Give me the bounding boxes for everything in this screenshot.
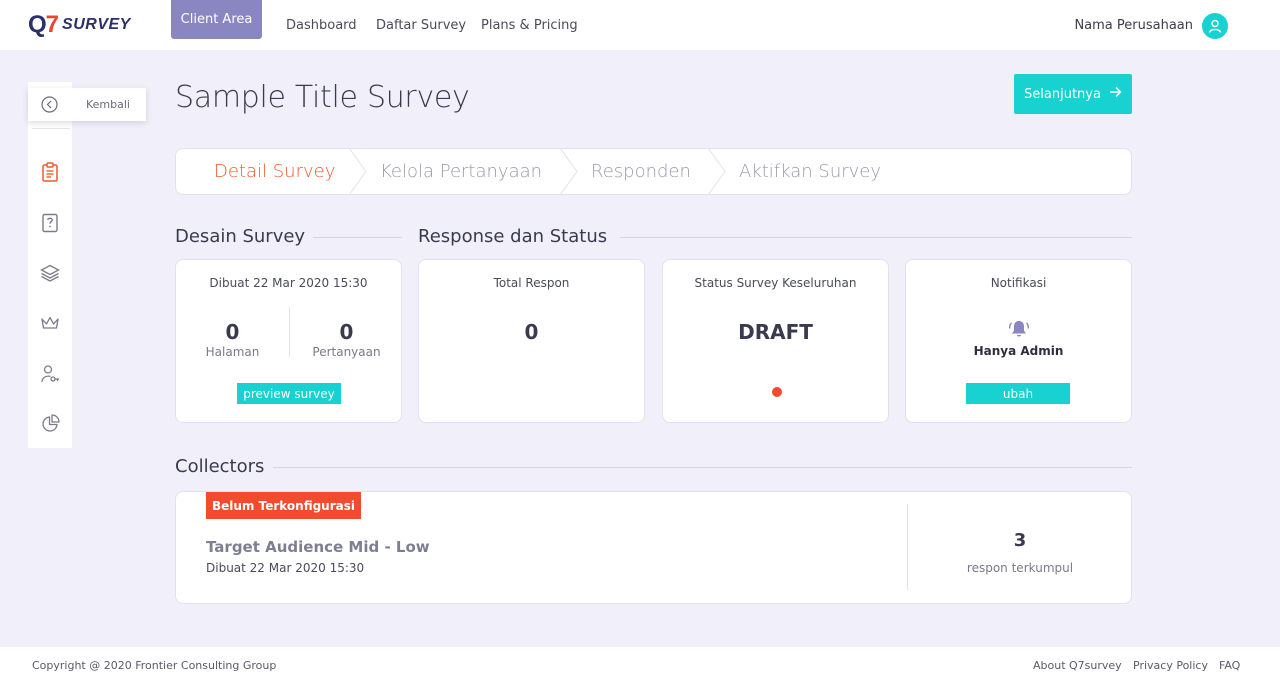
step-aktifkan-survey[interactable]: Aktifkan Survey <box>739 161 881 182</box>
status-dot <box>772 387 782 397</box>
step-kelola-pertanyaan[interactable]: Kelola Pertanyaan <box>380 161 542 182</box>
survey-stepper: Detail Survey Kelola Pertanyaan Responde… <box>175 148 1132 195</box>
nav-plans-pricing[interactable]: Plans & Pricing <box>481 18 578 33</box>
back-label: Kembali <box>86 98 130 111</box>
questions-stat: 0 Pertanyaan <box>290 306 403 362</box>
question-icon[interactable] <box>39 212 61 234</box>
collector-created-date: Dibuat 22 Mar 2020 15:30 <box>206 561 365 575</box>
user-avatar-icon[interactable] <box>1202 13 1228 39</box>
logo-text: SURVEY <box>62 16 131 33</box>
pages-label: Halaman <box>205 345 260 359</box>
back-button[interactable]: Kembali <box>28 88 146 121</box>
step-separator <box>349 149 367 194</box>
copyright: Copyright @ 2020 Frontier Consulting Gro… <box>32 659 277 672</box>
company-name[interactable]: Nama Perusahaan <box>1074 18 1193 33</box>
section-divider <box>620 237 1132 238</box>
pie-chart-icon[interactable] <box>39 412 61 434</box>
footer-privacy-link[interactable]: Privacy Policy <box>1133 659 1208 672</box>
top-navbar: Q7 SURVEY Client Area Dashboard Daftar S… <box>0 0 1280 50</box>
desain-created-date: Dibuat 22 Mar 2020 15:30 <box>209 276 368 290</box>
crown-icon[interactable] <box>39 312 61 334</box>
clipboard-icon[interactable] <box>39 161 61 183</box>
layers-icon[interactable] <box>39 262 61 284</box>
pages-count: 0 <box>225 320 240 344</box>
footer: Copyright @ 2020 Frontier Consulting Gro… <box>0 647 1280 688</box>
page-title: Sample Title Survey <box>175 80 470 115</box>
questions-label: Pertanyaan <box>312 345 381 359</box>
status-survey-label: Status Survey Keseluruhan <box>694 276 857 290</box>
notifikasi-value: Hanya Admin <box>973 344 1064 358</box>
chevron-left-circle-icon <box>41 96 58 117</box>
collector-name[interactable]: Target Audience Mid - Low <box>206 538 430 556</box>
status-survey-value: DRAFT <box>738 320 813 344</box>
status-survey-card: Status Survey Keseluruhan DRAFT <box>662 259 889 423</box>
collector-response-label: respon terkumpul <box>966 561 1074 575</box>
desain-survey-card: Dibuat 22 Mar 2020 15:30 0 Halaman 0 Per… <box>175 259 402 423</box>
collectors-heading: Collectors <box>175 456 265 477</box>
bell-ringing-icon <box>1008 319 1030 343</box>
nav-client-area[interactable]: Client Area <box>171 0 262 39</box>
pages-stat: 0 Halaman <box>176 306 289 362</box>
next-button-label: Selanjutnya <box>1024 86 1101 102</box>
step-detail-survey[interactable]: Detail Survey <box>214 161 335 182</box>
section-divider <box>313 237 402 238</box>
arrow-right-icon <box>1109 86 1122 102</box>
sidebar-divider <box>32 128 70 129</box>
notifikasi-card: Notifikasi Hanya Admin ubah <box>905 259 1132 423</box>
total-respon-card: Total Respon 0 <box>418 259 645 423</box>
logo-mark: Q7 <box>28 11 59 38</box>
user-key-icon[interactable] <box>39 363 61 385</box>
ubah-button[interactable]: ubah <box>966 383 1070 404</box>
notifikasi-label: Notifikasi <box>990 276 1047 290</box>
step-separator <box>560 149 578 194</box>
next-button[interactable]: Selanjutnya <box>1014 74 1132 114</box>
q7-survey-logo[interactable]: Q7 SURVEY <box>28 10 131 40</box>
total-respon-label: Total Respon <box>493 276 570 290</box>
nav-dashboard[interactable]: Dashboard <box>286 18 357 33</box>
section-divider <box>273 467 1132 468</box>
step-responden[interactable]: Responden <box>591 161 691 182</box>
footer-about-link[interactable]: About Q7survey <box>1033 659 1122 672</box>
footer-faq-link[interactable]: FAQ <box>1219 659 1240 672</box>
desain-survey-heading: Desain Survey <box>175 226 306 247</box>
questions-count: 0 <box>339 320 354 344</box>
nav-daftar-survey[interactable]: Daftar Survey <box>376 18 466 33</box>
preview-survey-button[interactable]: preview survey <box>237 383 341 404</box>
status-badge: Belum Terkonfigurasi <box>206 492 361 519</box>
collector-response-count: 3 <box>1013 530 1027 551</box>
response-status-heading: Response dan Status <box>418 226 608 247</box>
total-respon-value: 0 <box>524 320 539 344</box>
step-separator <box>708 149 726 194</box>
